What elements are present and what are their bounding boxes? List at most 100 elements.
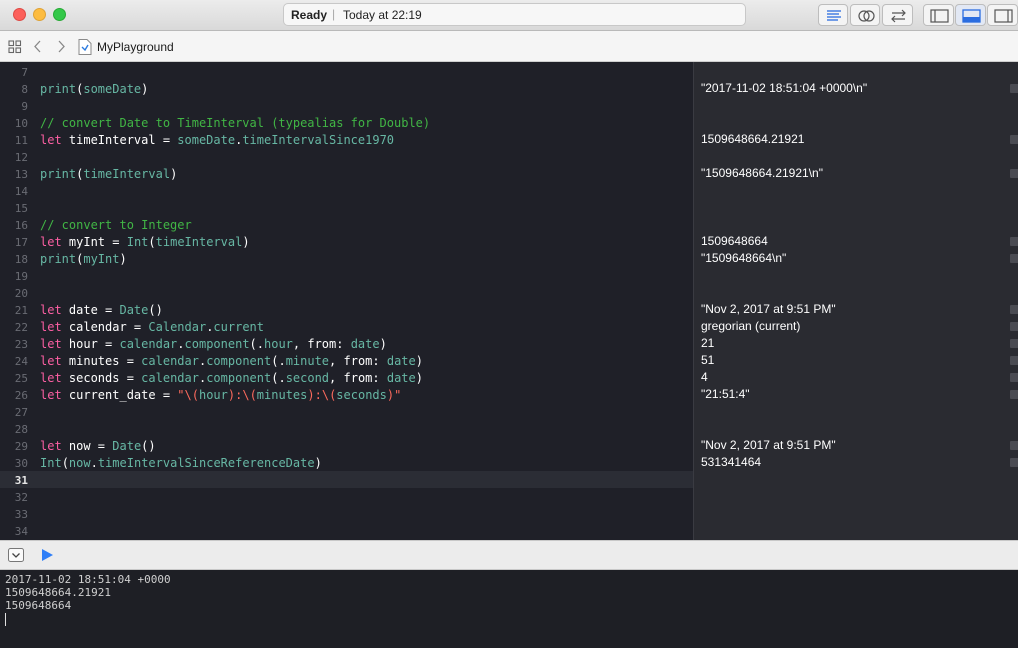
debug-area-toggle-icon <box>962 9 981 23</box>
console-output[interactable]: 2017-11-02 18:51:04 +0000 1509648664.219… <box>0 570 1018 648</box>
quick-look-icon[interactable] <box>1010 305 1018 314</box>
result-line-17: 1509648664 <box>701 234 768 248</box>
result-line-13: "1509648664.21921\n" <box>701 166 823 180</box>
line-number: 22 <box>14 321 28 334</box>
console-line: 1509648664.21921 <box>5 586 111 599</box>
line-number: 8 <box>21 83 28 96</box>
grid-icon[interactable] <box>7 31 23 62</box>
line-number: 25 <box>14 372 28 385</box>
utilities-toggle-icon <box>994 9 1013 23</box>
version-editor-button[interactable] <box>882 4 913 26</box>
quick-look-icon[interactable] <box>1010 322 1018 331</box>
run-icon[interactable] <box>40 548 54 562</box>
quick-look-icon[interactable] <box>1010 458 1018 467</box>
line-number: 12 <box>14 151 28 164</box>
line-number: 17 <box>14 236 28 249</box>
result-line-25: 4 <box>701 370 708 384</box>
debug-bar <box>0 540 1018 570</box>
code-line-25[interactable]: let seconds = calendar.component(.second… <box>40 370 423 387</box>
quick-look-icon[interactable] <box>1010 390 1018 399</box>
code-line-8[interactable]: print(someDate) <box>40 81 148 98</box>
result-line-11: 1509648664.21921 <box>701 132 805 146</box>
activity-status-bar: Ready | Today at 22:19 <box>283 3 746 26</box>
code-line-16[interactable]: // convert to Integer <box>40 217 192 234</box>
zoom-icon[interactable] <box>53 8 66 21</box>
navigator-toggle-button[interactable] <box>923 4 954 26</box>
hide-debug-icon[interactable] <box>8 548 24 562</box>
quick-look-icon[interactable] <box>1010 373 1018 382</box>
results-sidebar: "2017-11-02 18:51:04 +0000\n" 1509648664… <box>693 62 1018 540</box>
code-editor[interactable]: 7 8 9 10 11 12 13 14 15 16 17 18 19 20 2… <box>0 62 693 540</box>
code-line-22[interactable]: let calendar = Calendar.current <box>40 319 264 336</box>
code-line-26[interactable]: let current_date = "\(hour):\(minutes):\… <box>40 387 401 404</box>
line-number: 23 <box>14 338 28 351</box>
standard-editor-button[interactable] <box>818 4 848 26</box>
line-number: 15 <box>14 202 28 215</box>
back-chevron-icon[interactable] <box>32 31 44 62</box>
navigator-toggle-icon <box>930 9 949 23</box>
line-number: 26 <box>14 389 28 402</box>
code-line-10[interactable]: // convert Date to TimeInterval (typeali… <box>40 115 430 132</box>
quick-look-icon[interactable] <box>1010 84 1018 93</box>
line-number-active: 31 <box>14 474 28 487</box>
result-line-30: 531341464 <box>701 455 762 469</box>
line-number: 34 <box>14 525 28 538</box>
breadcrumb-filename[interactable]: MyPlayground <box>97 40 174 54</box>
result-line-18: "1509648664\n" <box>701 251 787 265</box>
quick-look-icon[interactable] <box>1010 356 1018 365</box>
result-line-21: "Nov 2, 2017 at 9:51 PM" <box>701 302 836 316</box>
result-line-26: "21:51:4" <box>701 387 750 401</box>
line-number: 32 <box>14 491 28 504</box>
line-number: 16 <box>14 219 28 232</box>
forward-chevron-icon[interactable] <box>55 31 67 62</box>
code-line-29[interactable]: let now = Date() <box>40 438 156 455</box>
line-number: 24 <box>14 355 28 368</box>
console-line: 1509648664 <box>5 599 72 612</box>
status-time: Today at 22:19 <box>343 8 422 22</box>
quick-look-icon[interactable] <box>1010 254 1018 263</box>
result-line-8: "2017-11-02 18:51:04 +0000\n" <box>701 81 868 95</box>
line-number: 11 <box>14 134 28 147</box>
code-line-23[interactable]: let hour = calendar.component(.hour, fro… <box>40 336 387 353</box>
line-number: 19 <box>14 270 28 283</box>
minimize-icon[interactable] <box>33 8 46 21</box>
code-line-30[interactable]: Int(now.timeIntervalSinceReferenceDate) <box>40 455 322 472</box>
standard-editor-icon <box>827 10 841 21</box>
jump-bar: MyPlayground <box>0 31 1018 62</box>
line-number: 20 <box>14 287 28 300</box>
code-line-13[interactable]: print(timeInterval) <box>40 166 177 183</box>
line-number: 9 <box>21 100 28 113</box>
status-separator: | <box>332 7 336 21</box>
assistant-editor-button[interactable] <box>850 4 880 26</box>
line-number: 28 <box>14 423 28 436</box>
code-line-11[interactable]: let timeInterval = someDate.timeInterval… <box>40 132 394 149</box>
line-number: 21 <box>14 304 28 317</box>
quick-look-icon[interactable] <box>1010 135 1018 144</box>
line-number: 27 <box>14 406 28 419</box>
debug-area-toggle-button[interactable] <box>955 4 986 26</box>
line-number: 33 <box>14 508 28 521</box>
code-line-24[interactable]: let minutes = calendar.component(.minute… <box>40 353 423 370</box>
line-number: 18 <box>14 253 28 266</box>
utilities-toggle-button[interactable] <box>987 4 1018 26</box>
window-titlebar: Ready | Today at 22:19 <box>0 0 1018 31</box>
quick-look-icon[interactable] <box>1010 169 1018 178</box>
line-number: 10 <box>14 117 28 130</box>
line-number: 7 <box>21 66 28 79</box>
quick-look-icon[interactable] <box>1010 237 1018 246</box>
code-line-18[interactable]: print(myInt) <box>40 251 127 268</box>
result-line-29: "Nov 2, 2017 at 9:51 PM" <box>701 438 836 452</box>
quick-look-icon[interactable] <box>1010 339 1018 348</box>
code-line-21[interactable]: let date = Date() <box>40 302 163 319</box>
line-number: 13 <box>14 168 28 181</box>
line-number: 29 <box>14 440 28 453</box>
line-number: 30 <box>14 457 28 470</box>
quick-look-icon[interactable] <box>1010 441 1018 450</box>
playground-file-icon <box>78 39 92 55</box>
code-line-17[interactable]: let myInt = Int(timeInterval) <box>40 234 250 251</box>
close-icon[interactable] <box>13 8 26 21</box>
result-line-22: gregorian (current) <box>701 319 801 333</box>
status-label: Ready <box>291 8 328 22</box>
text-cursor <box>5 613 6 626</box>
current-line-highlight <box>0 471 693 488</box>
